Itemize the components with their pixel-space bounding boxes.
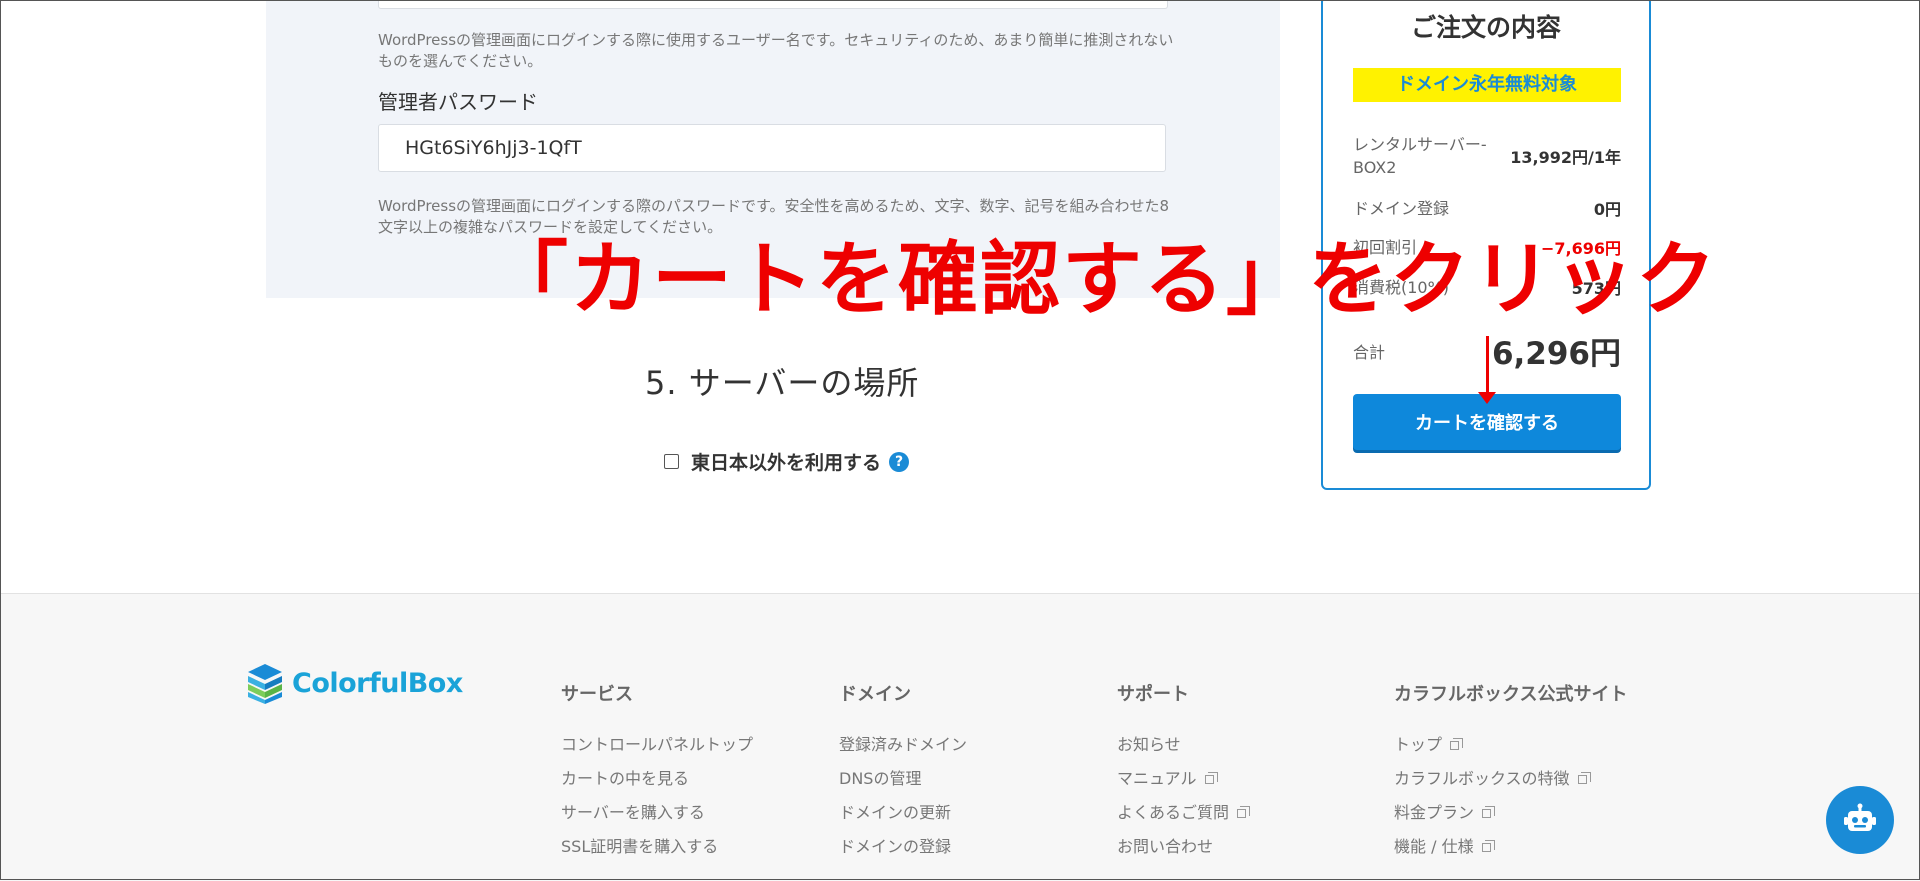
footer-link[interactable]: DNSの管理 [839, 762, 967, 796]
footer-link[interactable]: SSL証明書を購入する [561, 830, 753, 864]
order-line-label: レンタルサーバー-BOX2 [1353, 135, 1487, 177]
footer-link[interactable]: カラフルボックスの特徴 [1394, 762, 1627, 796]
footer-link[interactable]: お問い合わせ [1117, 830, 1246, 864]
outside-east-japan-label[interactable]: 東日本以外を利用する [691, 448, 881, 475]
footer-link[interactable]: カートの中を見る [561, 762, 753, 796]
footer-column-title: サポート [1117, 684, 1189, 705]
colorfulbox-logo[interactable]: ColorfulBox [246, 662, 463, 704]
footer-column-service: サービス コントロールパネルトップ カートの中を見る サーバーを購入する SSL… [561, 680, 753, 864]
footer-link[interactable]: 料金プラン [1394, 796, 1627, 830]
footer-link[interactable]: ドメインの更新 [839, 796, 967, 830]
external-link-icon [1481, 839, 1495, 852]
robot-icon [1844, 803, 1876, 831]
username-input[interactable] [378, 0, 1168, 9]
footer-column-official-site: カラフルボックス公式サイト トップ カラフルボックスの特徴 料金プラン 機能 /… [1394, 680, 1627, 864]
password-label: 管理者パスワード [378, 90, 538, 114]
footer-link[interactable]: 登録済みドメイン [839, 728, 967, 762]
order-line-label: ドメイン登録 [1353, 198, 1450, 218]
footer-column-domain: ドメイン 登録済みドメイン DNSの管理 ドメインの更新 ドメインの登録 [839, 680, 967, 864]
external-link-icon [1450, 737, 1464, 750]
free-domain-badge: ドメイン永年無料対象 [1353, 68, 1621, 102]
arrow-head-icon [1478, 392, 1496, 404]
instruction-annotation: 「カートを確認する」をクリック [488, 233, 1718, 326]
footer-column-title: ドメイン [839, 684, 911, 705]
external-link-icon [1237, 805, 1251, 818]
order-summary-title: ご注文の内容 [1410, 13, 1561, 42]
cube-stack-icon [248, 664, 282, 704]
arrow-down-icon [1486, 336, 1489, 398]
logo-text: ColorfulBox [292, 667, 463, 699]
outside-east-japan-checkbox[interactable] [664, 454, 679, 469]
outside-east-japan-option[interactable]: 東日本以外を利用する ? [664, 448, 910, 475]
footer-link[interactable]: お知らせ [1117, 728, 1246, 762]
footer-link[interactable]: トップ [1394, 728, 1627, 762]
footer-link[interactable]: 機能 / 仕様 [1394, 830, 1627, 864]
footer-column-title: カラフルボックス公式サイト [1394, 684, 1628, 705]
footer-link[interactable]: サーバーを購入する [561, 796, 753, 830]
chat-bot-button[interactable] [1826, 786, 1894, 854]
order-line-value: 13,992円/1年 [1510, 148, 1621, 167]
footer-link[interactable]: マニュアル [1117, 762, 1246, 796]
footer-column-support: サポート お知らせ マニュアル よくあるご質問 お問い合わせ [1117, 680, 1251, 864]
password-input[interactable]: HGt6SiY6hJj3-1QfT [378, 124, 1166, 172]
external-link-icon [1204, 771, 1218, 784]
order-line-domain: ドメイン登録 0円 [1353, 196, 1621, 220]
order-total-value: 6,296円 [1491, 336, 1621, 372]
server-location-title: 5. サーバーの場所 [645, 364, 920, 402]
footer-link[interactable]: よくあるご質問 [1117, 796, 1251, 830]
external-link-icon [1482, 805, 1496, 818]
footer-link[interactable]: コントロールパネルトップ [561, 728, 753, 762]
question-icon[interactable]: ? [889, 451, 910, 472]
external-link-icon [1577, 771, 1591, 784]
order-total-label: 合計 [1353, 342, 1386, 362]
order-line-value: 0円 [1593, 200, 1621, 219]
username-help-text: WordPressの管理画面にログインする際に使用するユーザー名です。セキュリテ… [378, 31, 1174, 70]
footer-column-title: サービス [561, 684, 633, 705]
site-footer: ColorfulBox サービス コントロールパネルトップ カートの中を見る サ… [0, 593, 1920, 881]
footer-link[interactable]: ドメインの登録 [839, 830, 967, 864]
order-line-server: レンタルサーバー-BOX2 13,992円/1年 [1353, 133, 1621, 179]
